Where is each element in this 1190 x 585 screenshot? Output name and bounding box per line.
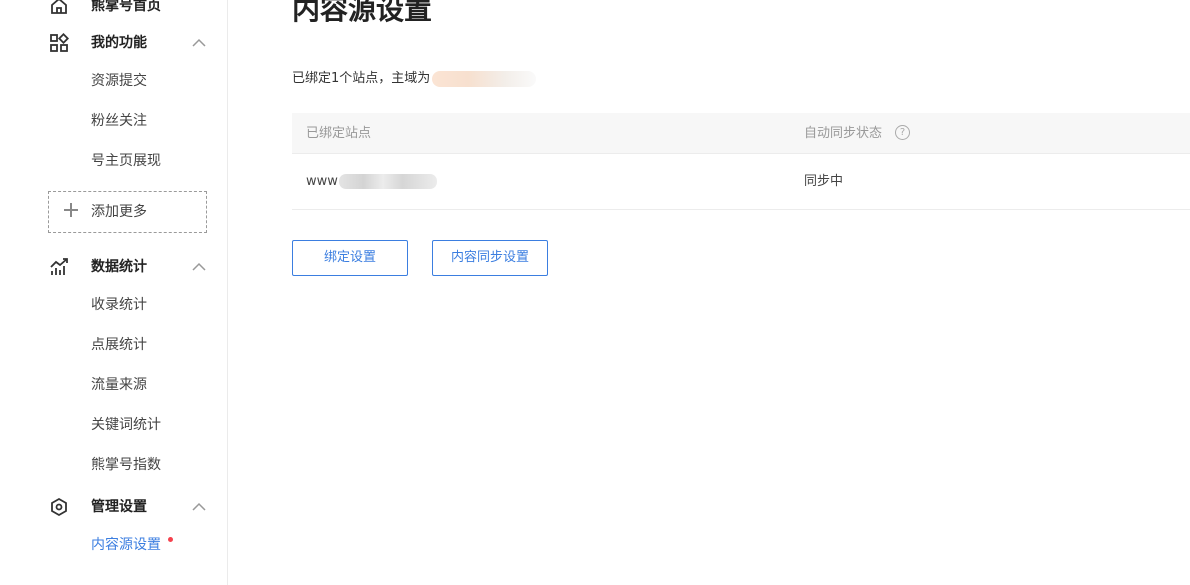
chevron-up-icon[interactable]	[191, 260, 207, 274]
help-icon[interactable]: ?	[895, 125, 910, 140]
chevron-up-icon[interactable]	[191, 36, 207, 50]
content-sync-settings-button[interactable]: 内容同步设置	[432, 240, 548, 276]
settings-icon	[49, 497, 69, 517]
sidebar-group-my-features[interactable]: 我的功能	[0, 23, 228, 63]
add-more-button[interactable]: 添加更多	[48, 191, 207, 233]
chart-icon	[49, 257, 69, 277]
sidebar-group-data-stats[interactable]: 数据统计	[0, 247, 228, 287]
cell-sync-status: 同步中	[804, 174, 844, 189]
sidebar-group-label: 熊掌号首页	[91, 0, 161, 14]
sidebar-item-xiongzhang-index[interactable]: 熊掌号指数	[91, 456, 161, 474]
plus-icon	[63, 202, 79, 218]
sidebar-item-content-source-settings[interactable]: 内容源设置	[91, 536, 161, 554]
bind-info-text: 已绑定1个站点，主域为	[292, 71, 431, 86]
sidebar-item-index-stats[interactable]: 收录统计	[91, 296, 147, 314]
bind-settings-button[interactable]: 绑定设置	[292, 240, 408, 276]
table-row: www 同步中	[292, 154, 1190, 210]
bind-info: 已绑定1个站点，主域为	[292, 70, 537, 88]
chevron-up-icon[interactable]	[191, 500, 207, 514]
site-prefix: www	[306, 174, 338, 189]
sidebar-item-followers[interactable]: 粉丝关注	[91, 112, 147, 130]
bound-sites-table: 已绑定站点 自动同步状态 ? www 同步中	[292, 113, 1190, 210]
sidebar-group-label: 管理设置	[91, 499, 147, 515]
column-header-sync-status: 自动同步状态	[804, 126, 883, 141]
cell-site: www	[306, 173, 437, 190]
sidebar-item-impression-stats[interactable]: 点展统计	[91, 336, 147, 354]
column-header-bound-site: 已绑定站点	[306, 126, 372, 141]
sidebar: 熊掌号首页 我的功能 资源提交 粉丝关注 号主页展现 添加更多 数据统计 收录统…	[0, 0, 228, 585]
sidebar-group-label: 数据统计	[91, 259, 147, 275]
sidebar-item-keyword-stats[interactable]: 关键词统计	[91, 416, 161, 434]
table-header: 已绑定站点 自动同步状态 ?	[292, 113, 1190, 154]
grid-icon	[49, 33, 69, 53]
sidebar-item-traffic-source[interactable]: 流量来源	[91, 376, 147, 394]
redacted-site	[338, 174, 437, 189]
sidebar-group-management[interactable]: 管理设置	[0, 487, 228, 527]
page-title: 内容源设置	[292, 0, 433, 26]
sidebar-group-label: 我的功能	[91, 35, 147, 51]
notification-dot	[168, 537, 173, 542]
home-icon	[49, 0, 69, 16]
sidebar-item-homepage-display[interactable]: 号主页展现	[91, 152, 161, 170]
redacted-domain	[432, 70, 537, 87]
add-more-label: 添加更多	[91, 204, 147, 220]
sidebar-item-resource-submit[interactable]: 资源提交	[91, 72, 147, 90]
